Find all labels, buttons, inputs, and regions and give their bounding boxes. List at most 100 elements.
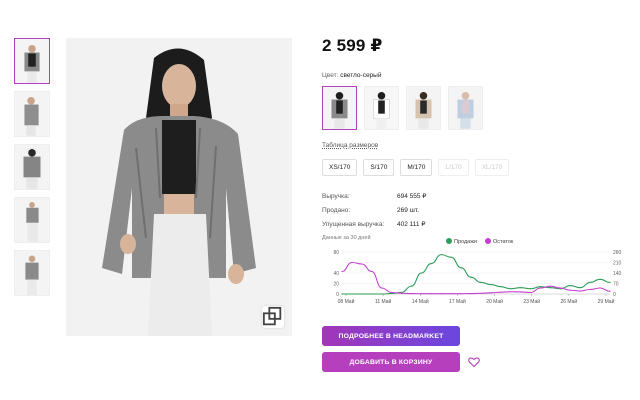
data-point-sales	[589, 281, 591, 284]
data-point-sales	[529, 288, 532, 290]
data-point-stock	[490, 292, 492, 294]
data-point-sales	[490, 283, 492, 286]
y-tick-left: 80	[333, 250, 339, 256]
data-point-stock	[420, 293, 423, 295]
stat-revenue: Выручка: 694 555 ₽	[322, 189, 632, 203]
stat-revenue-value: 694 555 ₽	[397, 193, 427, 200]
color-option-light-gray[interactable]	[322, 86, 357, 130]
x-tick-label: 17 Май	[449, 298, 466, 305]
color-label: Цвет:	[322, 72, 339, 79]
data-point-stock	[480, 292, 482, 294]
data-point-stock	[500, 291, 502, 293]
color-value: светло-серый	[340, 72, 382, 79]
data-point-stock	[520, 291, 522, 293]
x-tick-label: 23 Май	[523, 298, 540, 305]
data-point-stock	[361, 263, 363, 265]
size-options: XS/170 S/170 M/170 L/170 XL/170	[322, 159, 632, 176]
data-point-sales	[460, 267, 462, 269]
data-point-stock	[400, 292, 403, 294]
stat-revenue-label: Выручка:	[322, 192, 350, 200]
size-table-link[interactable]: Таблица размеров	[322, 142, 378, 149]
data-point-stock	[341, 270, 343, 273]
data-point-sales	[410, 285, 413, 287]
y-tick-right: 210	[613, 261, 622, 267]
color-option-beige[interactable]	[406, 86, 441, 130]
data-point-stock	[440, 293, 442, 295]
x-tick-label: 08 Май	[338, 298, 355, 305]
y-tick-left: 40	[333, 271, 339, 277]
data-point-sales	[351, 293, 353, 295]
y-tick-right: 0	[613, 292, 616, 298]
color-row: Цвет: светло-серый	[322, 72, 632, 79]
color-options	[322, 86, 632, 130]
stat-sold-label: Продано:	[322, 206, 351, 214]
data-point-stock	[559, 287, 561, 289]
data-point-sales	[450, 256, 452, 258]
zoom-button[interactable]	[262, 306, 284, 328]
stat-lost: Упущенная выручка: 402 111 ₽	[322, 217, 632, 231]
add-to-cart-button[interactable]: ДОБАВИТЬ В КОРЗИНУ	[322, 352, 460, 372]
size-option-xl: XL/170	[474, 159, 510, 176]
legend-sales-swatch	[446, 238, 452, 244]
data-point-stock	[579, 290, 581, 292]
data-point-stock	[450, 293, 452, 295]
legend-item-sales[interactable]: Продажи	[446, 238, 477, 245]
x-tick-label: 11 Май	[375, 298, 392, 305]
data-point-sales	[539, 286, 542, 288]
data-point-sales	[599, 278, 601, 280]
data-point-stock	[470, 292, 472, 295]
thumbnail-5[interactable]	[14, 250, 50, 296]
color-option-white[interactable]	[364, 86, 399, 130]
size-option-s[interactable]: S/170	[363, 159, 395, 176]
thumbnail-2[interactable]	[14, 91, 50, 137]
size-option-l: L/170	[438, 159, 469, 176]
color-option-blue[interactable]	[448, 86, 483, 130]
x-tick-label: 20 Май	[486, 298, 503, 305]
size-option-xs[interactable]: XS/170	[322, 159, 358, 176]
data-point-sales	[520, 287, 522, 289]
headmarket-details-button[interactable]: ПОДРОБНЕЕ В HEADMARKET	[322, 326, 460, 346]
stat-lost-value: 402 111 ₽	[397, 221, 426, 228]
x-tick-label: 29 Май	[598, 298, 615, 305]
thumbnail-4[interactable]	[14, 197, 50, 243]
data-point-stock	[599, 287, 601, 289]
data-point-stock	[529, 291, 532, 294]
y-tick-right: 70	[613, 282, 619, 288]
data-point-stock	[569, 289, 571, 291]
series-line-stock	[341, 261, 611, 295]
product-main-image[interactable]	[66, 38, 292, 336]
thumbnail-list	[14, 38, 52, 303]
data-point-sales	[341, 293, 343, 295]
heart-icon[interactable]	[468, 356, 480, 368]
thumbnail-3[interactable]	[14, 144, 50, 190]
data-point-sales	[569, 285, 571, 287]
data-point-stock	[510, 291, 512, 293]
y-tick-right: 140	[613, 271, 622, 277]
data-point-sales	[609, 281, 611, 284]
data-point-sales	[549, 287, 552, 289]
chart-legend: Продажи Остаток	[446, 238, 513, 245]
data-point-stock	[381, 287, 383, 289]
y-tick-left: 20	[333, 282, 339, 288]
data-point-sales	[371, 293, 373, 295]
legend-stock-swatch	[484, 238, 491, 244]
product-page: 2 599 ₽ Цвет: светло-серый Таблица разме…	[0, 0, 640, 400]
data-point-stock	[460, 293, 462, 295]
data-point-stock	[549, 285, 552, 287]
data-point-sales	[480, 281, 482, 284]
stat-sold: Продано: 269 шт.	[322, 203, 632, 217]
sales-stats: Выручка: 694 555 ₽ Продано: 269 шт. Упущ…	[322, 189, 632, 242]
data-point-sales	[510, 288, 512, 290]
x-tick-label: 26 Май	[560, 298, 577, 305]
legend-item-stock[interactable]: Остаток	[484, 238, 513, 245]
x-tick-label: 14 Май	[412, 298, 429, 305]
stat-sold-value: 269 шт.	[397, 206, 419, 214]
data-point-stock	[410, 292, 413, 295]
thumbnail-1[interactable]	[14, 38, 50, 84]
data-point-stock	[391, 291, 393, 294]
data-point-stock	[430, 293, 432, 295]
expand-icon	[262, 306, 282, 326]
size-option-m[interactable]: M/170	[400, 159, 433, 176]
data-point-sales	[500, 286, 502, 288]
data-point-sales	[381, 293, 383, 295]
